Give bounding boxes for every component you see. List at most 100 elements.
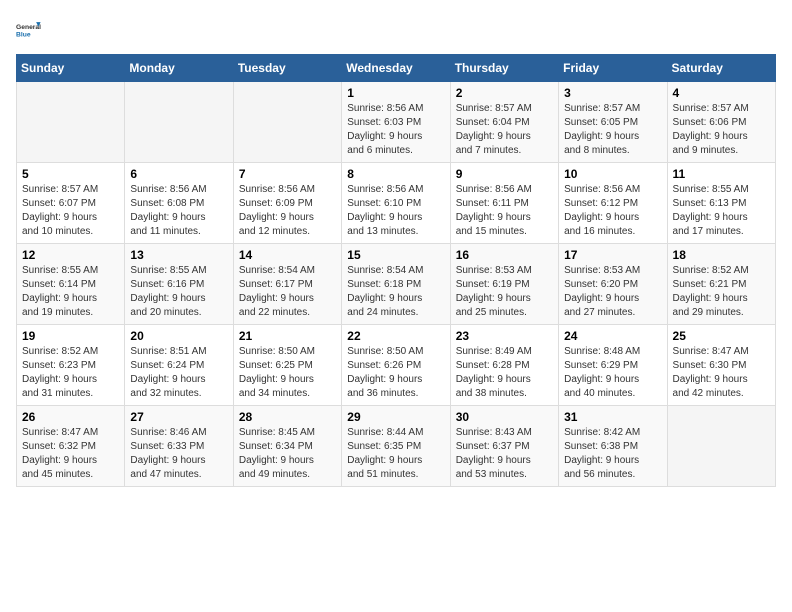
calendar-cell: 9 Sunrise: 8:56 AM Sunset: 6:11 PM Daylig… xyxy=(450,163,558,244)
calendar-cell: 3Sunrise: 8:57 AM Sunset: 6:05 PM Daylig… xyxy=(559,82,667,163)
weekday-header: Wednesday xyxy=(342,55,450,82)
logo: General Blue xyxy=(16,16,44,44)
day-number: 14 xyxy=(239,248,336,262)
svg-text:General: General xyxy=(16,24,41,31)
calendar-cell: 23 Sunrise: 8:49 AM Sunset: 6:28 PM Dayli… xyxy=(450,325,558,406)
weekday-header: Friday xyxy=(559,55,667,82)
day-info: Sunrise: 8:56 AM Sunset: 6:10 PM Dayligh… xyxy=(347,183,444,239)
day-number: 22 xyxy=(347,329,444,343)
day-info: Sunrise: 8:44 AM Sunset: 6:35 PM Dayligh… xyxy=(347,426,444,482)
day-number: 4 xyxy=(673,86,770,100)
day-info: Sunrise: 8:47 AM Sunset: 6:30 PM Dayligh… xyxy=(673,345,770,401)
calendar-cell: 14 Sunrise: 8:54 AM Sunset: 6:17 PM Dayli… xyxy=(233,244,341,325)
calendar-cell: 4 Sunrise: 8:57 AM Sunset: 6:06 PM Daylig… xyxy=(667,82,775,163)
day-number: 8 xyxy=(347,167,444,181)
day-number: 21 xyxy=(239,329,336,343)
calendar-week-row: 5 Sunrise: 8:57 AM Sunset: 6:07 PM Daylig… xyxy=(17,163,776,244)
calendar-cell: 18 Sunrise: 8:52 AM Sunset: 6:21 PM Dayli… xyxy=(667,244,775,325)
calendar-cell: 24 Sunrise: 8:48 AM Sunset: 6:29 PM Dayli… xyxy=(559,325,667,406)
day-info: Sunrise: 8:54 AM Sunset: 6:17 PM Dayligh… xyxy=(239,264,336,320)
day-info: Sunrise: 8:57 AM Sunset: 6:04 PM Dayligh… xyxy=(456,102,553,158)
day-info: Sunrise: 8:43 AM Sunset: 6:37 PM Dayligh… xyxy=(456,426,553,482)
calendar-cell: 19 Sunrise: 8:52 AM Sunset: 6:23 PM Dayli… xyxy=(17,325,125,406)
calendar-cell: 1 Sunrise: 8:56 AM Sunset: 6:03 PM Daylig… xyxy=(342,82,450,163)
calendar-cell: 17 Sunrise: 8:53 AM Sunset: 6:20 PM Dayli… xyxy=(559,244,667,325)
calendar-table: SundayMondayTuesdayWednesdayThursdayFrid… xyxy=(16,54,776,487)
calendar-cell xyxy=(17,82,125,163)
day-number: 2 xyxy=(456,86,553,100)
day-info: Sunrise: 8:49 AM Sunset: 6:28 PM Dayligh… xyxy=(456,345,553,401)
day-info: Sunrise: 8:56 AM Sunset: 6:12 PM Dayligh… xyxy=(564,183,661,239)
day-info: Sunrise: 8:50 AM Sunset: 6:26 PM Dayligh… xyxy=(347,345,444,401)
day-number: 7 xyxy=(239,167,336,181)
day-number: 5 xyxy=(22,167,119,181)
calendar-cell: 29 Sunrise: 8:44 AM Sunset: 6:35 PM Dayli… xyxy=(342,406,450,487)
day-number: 13 xyxy=(130,248,227,262)
day-info: Sunrise: 8:57 AM Sunset: 6:06 PM Dayligh… xyxy=(673,102,770,158)
day-info: Sunrise: 8:53 AM Sunset: 6:20 PM Dayligh… xyxy=(564,264,661,320)
day-number: 20 xyxy=(130,329,227,343)
calendar-cell: 10 Sunrise: 8:56 AM Sunset: 6:12 PM Dayli… xyxy=(559,163,667,244)
calendar-cell: 6Sunrise: 8:56 AM Sunset: 6:08 PM Daylig… xyxy=(125,163,233,244)
calendar-cell: 12Sunrise: 8:55 AM Sunset: 6:14 PM Dayli… xyxy=(17,244,125,325)
day-number: 27 xyxy=(130,410,227,424)
weekday-header: Tuesday xyxy=(233,55,341,82)
weekday-header: Monday xyxy=(125,55,233,82)
calendar-cell: 7 Sunrise: 8:56 AM Sunset: 6:09 PM Daylig… xyxy=(233,163,341,244)
calendar-cell: 30 Sunrise: 8:43 AM Sunset: 6:37 PM Dayli… xyxy=(450,406,558,487)
calendar-cell: 20 Sunrise: 8:51 AM Sunset: 6:24 PM Dayli… xyxy=(125,325,233,406)
calendar-cell: 21Sunrise: 8:50 AM Sunset: 6:25 PM Dayli… xyxy=(233,325,341,406)
day-info: Sunrise: 8:52 AM Sunset: 6:23 PM Dayligh… xyxy=(22,345,119,401)
calendar-week-row: 26 Sunrise: 8:47 AM Sunset: 6:32 PM Dayli… xyxy=(17,406,776,487)
weekday-header: Saturday xyxy=(667,55,775,82)
day-info: Sunrise: 8:51 AM Sunset: 6:24 PM Dayligh… xyxy=(130,345,227,401)
day-number: 15 xyxy=(347,248,444,262)
calendar-cell: 8 Sunrise: 8:56 AM Sunset: 6:10 PM Daylig… xyxy=(342,163,450,244)
day-number: 29 xyxy=(347,410,444,424)
calendar-week-row: 1 Sunrise: 8:56 AM Sunset: 6:03 PM Daylig… xyxy=(17,82,776,163)
day-info: Sunrise: 8:57 AM Sunset: 6:05 PM Dayligh… xyxy=(564,102,661,158)
day-info: Sunrise: 8:54 AM Sunset: 6:18 PM Dayligh… xyxy=(347,264,444,320)
logo-icon: General Blue xyxy=(16,16,44,44)
day-info: Sunrise: 8:57 AM Sunset: 6:07 PM Dayligh… xyxy=(22,183,119,239)
calendar-cell: 15 Sunrise: 8:54 AM Sunset: 6:18 PM Dayli… xyxy=(342,244,450,325)
calendar-cell xyxy=(125,82,233,163)
day-number: 30 xyxy=(456,410,553,424)
svg-text:Blue: Blue xyxy=(16,32,31,39)
weekday-header: Thursday xyxy=(450,55,558,82)
day-info: Sunrise: 8:56 AM Sunset: 6:11 PM Dayligh… xyxy=(456,183,553,239)
day-number: 12 xyxy=(22,248,119,262)
day-number: 19 xyxy=(22,329,119,343)
day-number: 18 xyxy=(673,248,770,262)
day-info: Sunrise: 8:47 AM Sunset: 6:32 PM Dayligh… xyxy=(22,426,119,482)
calendar-cell: 13 Sunrise: 8:55 AM Sunset: 6:16 PM Dayli… xyxy=(125,244,233,325)
calendar-week-row: 19 Sunrise: 8:52 AM Sunset: 6:23 PM Dayli… xyxy=(17,325,776,406)
day-number: 17 xyxy=(564,248,661,262)
day-info: Sunrise: 8:56 AM Sunset: 6:03 PM Dayligh… xyxy=(347,102,444,158)
day-info: Sunrise: 8:48 AM Sunset: 6:29 PM Dayligh… xyxy=(564,345,661,401)
calendar-cell: 27 Sunrise: 8:46 AM Sunset: 6:33 PM Dayli… xyxy=(125,406,233,487)
calendar-cell xyxy=(233,82,341,163)
day-number: 23 xyxy=(456,329,553,343)
calendar-cell: 5 Sunrise: 8:57 AM Sunset: 6:07 PM Daylig… xyxy=(17,163,125,244)
day-info: Sunrise: 8:55 AM Sunset: 6:16 PM Dayligh… xyxy=(130,264,227,320)
day-info: Sunrise: 8:56 AM Sunset: 6:09 PM Dayligh… xyxy=(239,183,336,239)
day-info: Sunrise: 8:45 AM Sunset: 6:34 PM Dayligh… xyxy=(239,426,336,482)
day-number: 24 xyxy=(564,329,661,343)
day-info: Sunrise: 8:53 AM Sunset: 6:19 PM Dayligh… xyxy=(456,264,553,320)
weekday-header-row: SundayMondayTuesdayWednesdayThursdayFrid… xyxy=(17,55,776,82)
calendar-header: SundayMondayTuesdayWednesdayThursdayFrid… xyxy=(17,55,776,82)
day-number: 1 xyxy=(347,86,444,100)
calendar-week-row: 12Sunrise: 8:55 AM Sunset: 6:14 PM Dayli… xyxy=(17,244,776,325)
day-number: 26 xyxy=(22,410,119,424)
day-number: 28 xyxy=(239,410,336,424)
calendar-cell: 25 Sunrise: 8:47 AM Sunset: 6:30 PM Dayli… xyxy=(667,325,775,406)
day-number: 25 xyxy=(673,329,770,343)
day-number: 11 xyxy=(673,167,770,181)
day-info: Sunrise: 8:46 AM Sunset: 6:33 PM Dayligh… xyxy=(130,426,227,482)
day-number: 9 xyxy=(456,167,553,181)
page-header: General Blue xyxy=(16,16,776,44)
day-number: 16 xyxy=(456,248,553,262)
day-number: 10 xyxy=(564,167,661,181)
day-info: Sunrise: 8:52 AM Sunset: 6:21 PM Dayligh… xyxy=(673,264,770,320)
